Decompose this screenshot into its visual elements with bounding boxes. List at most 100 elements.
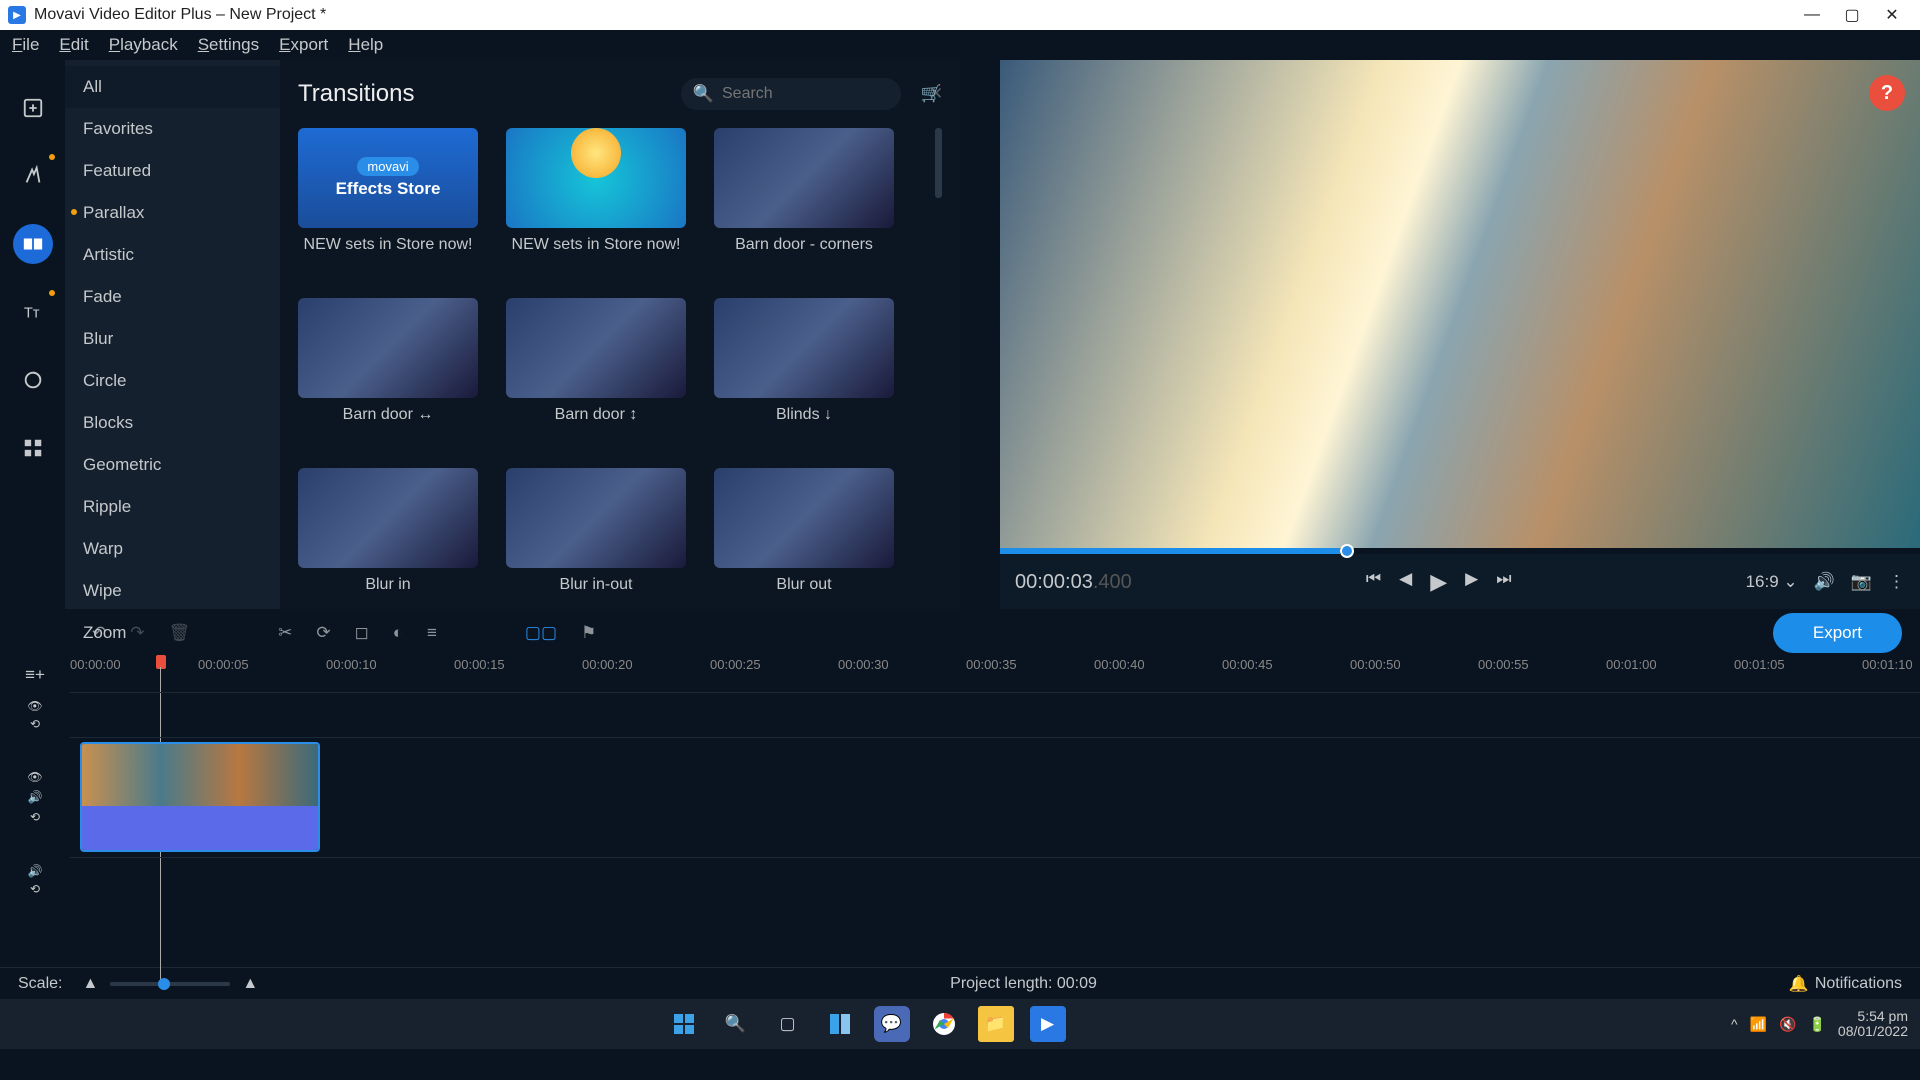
- wifi-icon[interactable]: 📶: [1750, 1016, 1767, 1033]
- redo-icon[interactable]: ↷: [130, 623, 144, 643]
- zoom-in-icon[interactable]: ▲: [242, 975, 258, 993]
- system-tray[interactable]: ^ 📶 🔇 🔋 5:54 pm 08/01/2022: [1731, 1009, 1920, 1040]
- next-clip-icon[interactable]: ⏭: [1496, 569, 1511, 595]
- transitions-tool-icon[interactable]: [13, 224, 53, 264]
- preview-progress[interactable]: [1000, 548, 1920, 554]
- volume-tray-icon[interactable]: 🔇: [1779, 1016, 1796, 1033]
- category-geometric[interactable]: Geometric: [65, 444, 280, 486]
- minimize-button[interactable]: —: [1792, 6, 1832, 24]
- category-warp[interactable]: Warp: [65, 528, 280, 570]
- menu-settings[interactable]: Settings: [198, 35, 259, 55]
- title-track[interactable]: 👁 ⟲: [0, 692, 1920, 737]
- category-ripple[interactable]: Ripple: [65, 486, 280, 528]
- browser-scrollbar[interactable]: [935, 128, 942, 198]
- category-parallax[interactable]: Parallax: [65, 192, 280, 234]
- transition-item[interactable]: Blinds ↓: [714, 298, 894, 446]
- transition-item[interactable]: Blur in-out: [506, 468, 686, 609]
- aspect-ratio-select[interactable]: 16:9 ⌄: [1746, 572, 1798, 592]
- marker-icon[interactable]: ⚑: [581, 623, 596, 643]
- category-favorites[interactable]: Favorites: [65, 108, 280, 150]
- battery-icon[interactable]: 🔋: [1808, 1016, 1825, 1033]
- category-blocks[interactable]: Blocks: [65, 402, 280, 444]
- import-tool-icon[interactable]: [13, 88, 53, 128]
- taskbar-clock[interactable]: 5:54 pm 08/01/2022: [1838, 1009, 1908, 1040]
- category-featured[interactable]: Featured: [65, 150, 280, 192]
- task-view-icon[interactable]: ▢: [770, 1006, 806, 1042]
- clear-search-icon[interactable]: ✕: [929, 84, 943, 104]
- link-icon[interactable]: ⟲: [30, 810, 40, 824]
- menu-export[interactable]: Export: [279, 35, 328, 55]
- step-fwd-icon[interactable]: ▶: [1465, 569, 1478, 595]
- visibility-icon[interactable]: 👁: [27, 770, 42, 784]
- chat-icon[interactable]: 💬: [874, 1006, 910, 1042]
- category-circle[interactable]: Circle: [65, 360, 280, 402]
- clip-properties-icon[interactable]: ≡: [427, 623, 437, 643]
- audio-track-controls[interactable]: 🔊 ⟲: [0, 857, 70, 902]
- link-icon[interactable]: ⟲: [30, 717, 40, 731]
- menu-file[interactable]: File: [12, 35, 39, 55]
- stickers-tool-icon[interactable]: [13, 360, 53, 400]
- search-input[interactable]: [722, 85, 929, 103]
- movavi-taskbar-icon[interactable]: ▶: [1030, 1006, 1066, 1042]
- rotate-icon[interactable]: ⟳: [316, 623, 330, 643]
- explorer-icon[interactable]: 📁: [978, 1006, 1014, 1042]
- notifications-button[interactable]: 🔔 Notifications: [1789, 974, 1902, 994]
- menu-playback[interactable]: Playback: [109, 35, 178, 55]
- video-clip[interactable]: [80, 742, 320, 852]
- split-icon[interactable]: ✂: [278, 623, 292, 643]
- menu-edit[interactable]: Edit: [59, 35, 88, 55]
- title-track-controls[interactable]: 👁 ⟲: [0, 692, 70, 737]
- prev-clip-icon[interactable]: ⏮: [1366, 569, 1381, 595]
- time-ruler[interactable]: 00:00:0000:00:0500:00:1000:00:1500:00:20…: [70, 657, 1920, 692]
- start-icon[interactable]: [666, 1006, 702, 1042]
- audio-track[interactable]: 🔊 ⟲: [0, 857, 1920, 902]
- play-icon[interactable]: ▶: [1430, 569, 1447, 595]
- transition-item[interactable]: NEW sets in Store now!: [506, 128, 686, 276]
- zoom-out-icon[interactable]: ▲: [82, 975, 98, 993]
- category-fade[interactable]: Fade: [65, 276, 280, 318]
- tray-chevron-icon[interactable]: ^: [1731, 1016, 1738, 1032]
- video-preview[interactable]: ?: [1000, 60, 1920, 548]
- mute-icon[interactable]: 🔊: [28, 790, 43, 804]
- snapshot-icon[interactable]: 📷: [1851, 572, 1872, 592]
- widgets-icon[interactable]: [822, 1006, 858, 1042]
- color-adjust-icon[interactable]: ◐: [393, 623, 403, 643]
- transition-wizard-icon[interactable]: ▢▢: [525, 623, 557, 643]
- category-all[interactable]: All: [65, 66, 280, 108]
- step-back-icon[interactable]: ◀: [1399, 569, 1412, 595]
- category-wipe[interactable]: Wipe: [65, 570, 280, 612]
- transition-item[interactable]: Blur out: [714, 468, 894, 609]
- transition-item[interactable]: Blur in: [298, 468, 478, 609]
- visibility-icon[interactable]: 👁: [27, 699, 42, 713]
- delete-icon[interactable]: 🗑: [169, 623, 191, 643]
- link-icon[interactable]: ⟲: [30, 882, 40, 896]
- maximize-button[interactable]: ▢: [1832, 5, 1872, 25]
- help-icon[interactable]: ?: [1869, 75, 1905, 111]
- playhead[interactable]: [156, 655, 166, 669]
- transition-item[interactable]: movaviEffects StoreNEW sets in Store now…: [298, 128, 478, 276]
- category-artistic[interactable]: Artistic: [65, 234, 280, 276]
- export-button[interactable]: Export: [1773, 613, 1902, 653]
- titles-tool-icon[interactable]: Tᴛ: [13, 292, 53, 332]
- menu-help[interactable]: Help: [348, 35, 383, 55]
- close-button[interactable]: ✕: [1872, 5, 1912, 25]
- undo-icon[interactable]: ↶: [92, 623, 106, 643]
- category-blur[interactable]: Blur: [65, 318, 280, 360]
- mute-icon[interactable]: 🔊: [28, 864, 43, 878]
- volume-icon[interactable]: 🔊: [1814, 572, 1835, 592]
- transition-item[interactable]: Barn door - corners: [714, 128, 894, 276]
- video-track-controls[interactable]: 👁 🔊 ⟲: [0, 737, 70, 857]
- transition-item[interactable]: Barn door ↔: [298, 298, 478, 446]
- chrome-icon[interactable]: [926, 1006, 962, 1042]
- filters-tool-icon[interactable]: [13, 156, 53, 196]
- crop-icon[interactable]: ◻: [355, 623, 369, 643]
- add-track-icon[interactable]: ≡+: [0, 657, 70, 692]
- search-box[interactable]: 🔍 ✕: [681, 78, 901, 110]
- more-tools-icon[interactable]: [13, 428, 53, 468]
- taskbar-search-icon[interactable]: 🔍: [718, 1006, 754, 1042]
- transition-item[interactable]: Barn door ↕: [506, 298, 686, 446]
- zoom-slider[interactable]: [110, 982, 230, 986]
- ruler-tick: 00:00:55: [1478, 657, 1529, 672]
- player-more-icon[interactable]: ⋮: [1888, 572, 1905, 592]
- video-track[interactable]: 👁 🔊 ⟲: [0, 737, 1920, 857]
